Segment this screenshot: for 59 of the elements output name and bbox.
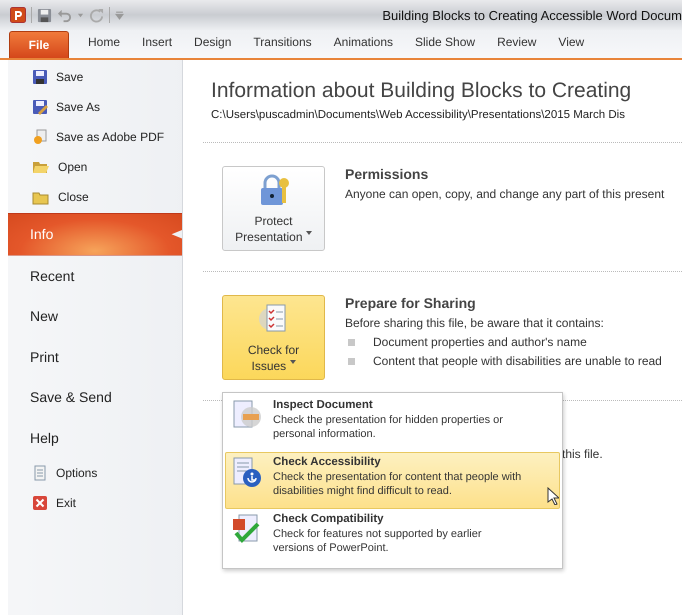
menu-item[interactable]: Check Accessibility Check the presentation for content that people with disabilities might find difficult to read. — [225, 452, 560, 509]
sidebar-tab[interactable]: Save & Send — [8, 377, 182, 418]
document-seal-icon — [32, 129, 48, 145]
menu-item-description: Check the presentation for hidden properties or personal information. — [273, 413, 504, 441]
menu-item-title: Check Compatibility — [273, 513, 385, 525]
caret-icon — [306, 231, 312, 235]
undo-icon[interactable] — [57, 8, 72, 22]
sidebar-tab[interactable]: Recent — [8, 256, 182, 296]
menu-item-description: Check for features not supported by earlier versions of PowerPoint. — [273, 527, 483, 555]
file-path: C:\Users\puscadmin\Documents\Web Accessibility\Presentations\2015 March Dis — [211, 109, 626, 121]
menu-item-title: Check Accessibility — [273, 456, 382, 468]
open-folder-icon — [32, 159, 50, 175]
bullet-icon — [348, 358, 355, 364]
document-icon — [32, 465, 48, 481]
sidebar-item[interactable]: Options — [8, 458, 182, 488]
floppy-disk-pencil-icon — [32, 99, 48, 115]
sidebar-item[interactable]: Save as Adobe PDF — [8, 122, 182, 152]
sidebar-item[interactable]: Save As — [8, 92, 182, 122]
menu-item-description: Check the presentation for content that people with disabilities might find difficult to read. — [273, 470, 522, 498]
redo-icon[interactable] — [89, 8, 104, 22]
ribbon-tab[interactable]: Slide Show — [404, 31, 486, 58]
sidebar-item[interactable]: Save — [8, 62, 182, 92]
customize-icon[interactable] — [115, 10, 124, 20]
ribbon-tab[interactable]: Design — [183, 31, 242, 58]
bullet-icon — [348, 338, 355, 346]
section-description: Before sharing this file, be aware that it contains: — [345, 316, 605, 330]
document-accessibility-icon — [231, 456, 263, 488]
ribbon-tab[interactable]: Review — [486, 31, 548, 58]
caret-icon[interactable] — [77, 12, 84, 18]
ribbon-tab[interactable]: Home — [77, 31, 132, 58]
section-button[interactable]: Protect Presentation — [222, 166, 325, 251]
section-title: Prepare for Sharing — [345, 295, 477, 311]
file-tab[interactable]: File — [9, 31, 69, 58]
section-button[interactable]: Check for Issues — [222, 295, 325, 380]
bullet-text: Content that people with disabilities are unable to read — [373, 354, 662, 368]
app-logo-icon[interactable] — [10, 7, 26, 23]
menu-item-title: Inspect Document — [273, 399, 374, 411]
ribbon-tab[interactable]: Animations — [322, 31, 404, 58]
sidebar-item[interactable]: Close — [8, 182, 182, 212]
section-description: this file. — [562, 447, 603, 461]
sidebar-tab[interactable]: Help — [8, 418, 182, 458]
bullet-text: Document properties and author's name — [373, 335, 587, 349]
ribbon-tab[interactable]: Transitions — [242, 31, 323, 58]
sidebar-tab[interactable]: New — [8, 296, 182, 336]
sidebar-tab[interactable]: Print — [8, 336, 182, 377]
save-icon[interactable] — [37, 8, 52, 22]
sidebar-item[interactable]: Exit — [8, 488, 182, 518]
section-description: Anyone can open, copy, and change any part of this present — [345, 187, 664, 201]
close-icon — [32, 495, 48, 511]
ribbon-tab[interactable]: Insert — [131, 31, 184, 58]
menu-item[interactable]: Check Compatibility Check for features not supported by earlier versions of PowerPoint. — [225, 509, 560, 566]
caret-icon — [290, 360, 296, 364]
section-title: Permissions — [345, 166, 430, 182]
sidebar-item[interactable]: Open — [8, 152, 182, 182]
ribbon-tab[interactable]: View — [547, 31, 596, 58]
window-title: Building Blocks to Creating Accessible Word Docum — [382, 8, 682, 22]
info-heading: Information about Building Blocks to Creating — [211, 79, 632, 103]
mouse-pointer-icon — [547, 487, 559, 505]
menu-item[interactable]: Inspect Document Check the presentation for hidden properties or personal information. — [225, 395, 560, 452]
